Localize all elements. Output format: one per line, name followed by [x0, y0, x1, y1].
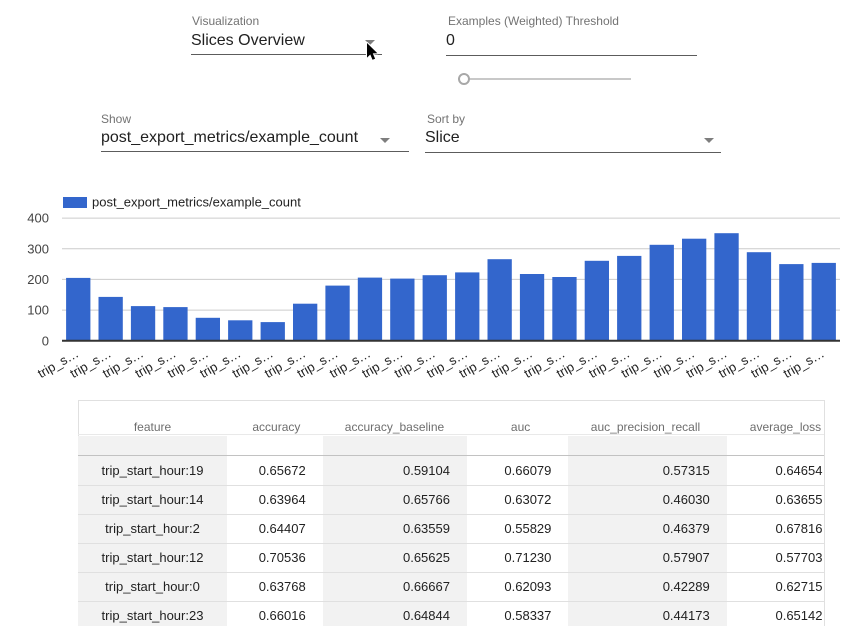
svg-text:200: 200 — [27, 272, 49, 287]
svg-text:300: 300 — [27, 241, 49, 256]
svg-text:400: 400 — [27, 211, 49, 226]
svg-text:0: 0 — [42, 333, 49, 348]
svg-text:post_export_metrics/example_co: post_export_metrics/example_count — [92, 195, 301, 210]
svg-text:100: 100 — [27, 303, 49, 318]
